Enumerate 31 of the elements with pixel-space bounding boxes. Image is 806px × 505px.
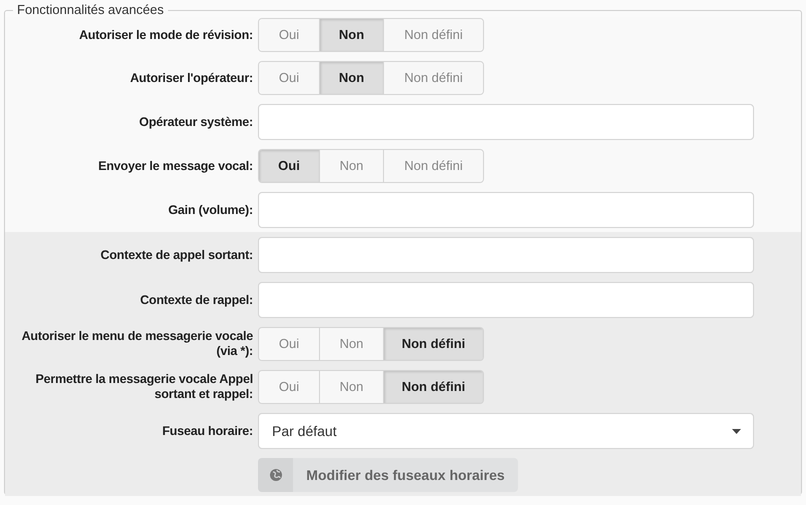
field-label: Permettre la messagerie vocale Appel sortant et rappel: bbox=[34, 372, 253, 402]
toggle-option[interactable]: Non bbox=[319, 371, 383, 403]
section-title: Fonctionnalités avancées bbox=[16, 3, 165, 17]
field-label: Opérateur système: bbox=[139, 114, 253, 130]
field-label: Contexte de appel sortant: bbox=[100, 248, 253, 262]
field-label: Contexte de rappel: bbox=[140, 292, 253, 308]
text-field[interactable] bbox=[258, 192, 754, 228]
text-field[interactable] bbox=[258, 237, 754, 273]
dropdown-field[interactable]: Par défaut bbox=[258, 413, 754, 449]
field-label: Fuseau horaire: bbox=[162, 424, 253, 438]
toggle-option[interactable]: Oui bbox=[259, 150, 319, 182]
field-label: Envoyer le message vocal: bbox=[98, 158, 253, 174]
toggle-option[interactable]: Non défini bbox=[383, 371, 483, 403]
toggle-option[interactable]: Oui bbox=[259, 328, 319, 360]
field-label: Autoriser le mode de révision: bbox=[79, 28, 253, 42]
toggle-option[interactable]: Non défini bbox=[383, 328, 483, 360]
field-label: Autoriser le menu de messagerie vocale (via *): bbox=[20, 329, 253, 359]
caret-icon bbox=[732, 428, 741, 434]
toggle-option[interactable]: Non défini bbox=[383, 150, 483, 182]
toggle-option[interactable]: Non défini bbox=[383, 19, 483, 51]
timezone-button[interactable]: Modifier des fuseaux horaires bbox=[258, 458, 518, 492]
field-label: Gain (volume): bbox=[168, 202, 253, 218]
toggle-option[interactable]: Non défini bbox=[383, 62, 483, 94]
globe-icon bbox=[270, 469, 282, 481]
toggle-option[interactable]: Non bbox=[319, 19, 383, 51]
toggle-option[interactable]: Non bbox=[319, 62, 383, 94]
toggle-option[interactable]: Non bbox=[319, 328, 383, 360]
text-field[interactable] bbox=[258, 104, 754, 140]
field-label: Autoriser l'opérateur: bbox=[130, 70, 253, 86]
toggle-option[interactable]: Oui bbox=[259, 371, 319, 403]
text-field[interactable] bbox=[258, 282, 754, 318]
